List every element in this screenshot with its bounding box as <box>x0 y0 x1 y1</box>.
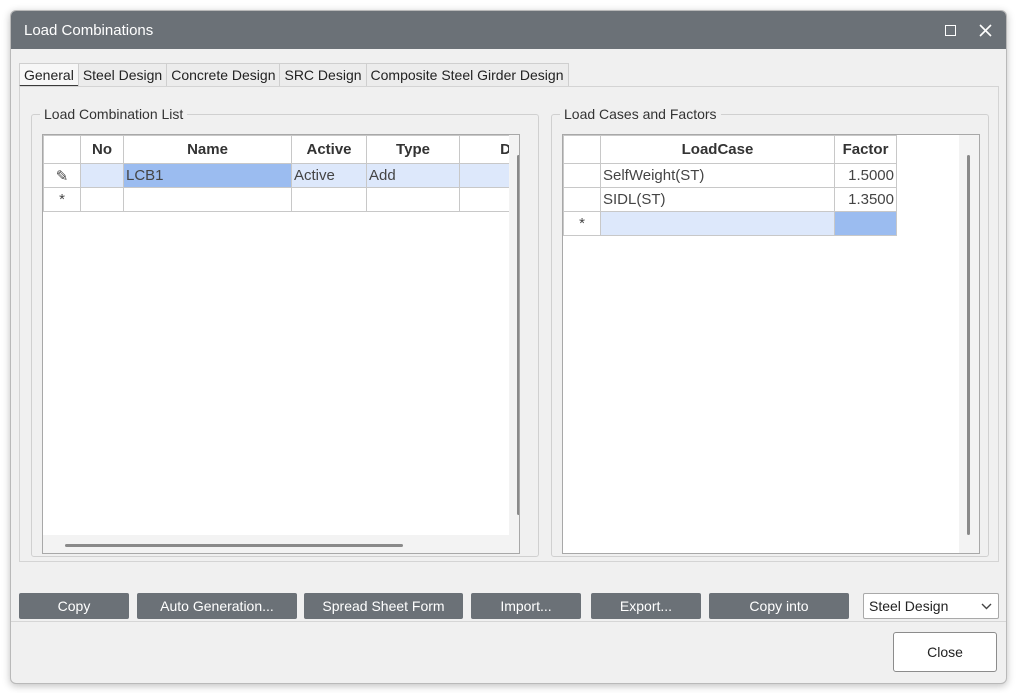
load-cases-legend: Load Cases and Factors <box>560 106 721 122</box>
tab-concrete-design[interactable]: Concrete Design <box>166 63 281 87</box>
combination-header-row: No Name Active Type D <box>43 135 512 164</box>
cell-loadcase[interactable]: SelfWeight(ST) <box>600 163 835 188</box>
new-row-indicator-icon[interactable]: * <box>43 187 81 212</box>
tab-general[interactable]: General <box>19 63 79 87</box>
new-row-indicator-icon[interactable]: * <box>563 211 601 236</box>
load-combination-list-legend: Load Combination List <box>40 106 188 122</box>
close-icon <box>978 23 992 37</box>
combination-corner-cell[interactable] <box>43 135 81 164</box>
column-header-factor[interactable]: Factor <box>834 135 897 164</box>
cell-factor[interactable]: 1.3500 <box>834 187 897 212</box>
design-type-value: Steel Design <box>869 598 949 614</box>
import-button[interactable]: Import... <box>471 593 581 619</box>
cell-factor[interactable] <box>834 211 897 236</box>
column-header-type[interactable]: Type <box>366 135 460 164</box>
table-row[interactable]: SIDL(ST) 1.3500 <box>563 187 897 212</box>
copy-into-button[interactable]: Copy into <box>709 593 849 619</box>
export-button[interactable]: Export... <box>591 593 701 619</box>
loadcase-header-row: LoadCase Factor <box>563 135 897 164</box>
load-combinations-dialog: Load Combinations General Steel Design C… <box>10 10 1007 684</box>
cell-active[interactable] <box>291 187 367 212</box>
column-header-no[interactable]: No <box>80 135 124 164</box>
maximize-icon <box>944 24 956 36</box>
spread-sheet-form-button[interactable]: Spread Sheet Form <box>304 593 463 619</box>
copy-button[interactable]: Copy <box>19 593 129 619</box>
tab-steel-design[interactable]: Steel Design <box>77 63 168 87</box>
table-row[interactable]: * <box>563 211 897 236</box>
table-row[interactable]: ✎ LCB1 Active Add <box>43 163 512 188</box>
tab-composite-steel-girder-design[interactable]: Composite Steel Girder Design <box>365 63 569 87</box>
tab-src-design[interactable]: SRC Design <box>279 63 367 87</box>
table-row[interactable]: SelfWeight(ST) 1.5000 <box>563 163 897 188</box>
window-close-button[interactable] <box>974 19 996 41</box>
horizontal-scrollbar[interactable] <box>65 544 403 547</box>
cell-active[interactable]: Active <box>291 163 367 188</box>
cell-d[interactable] <box>459 163 512 188</box>
cell-d[interactable] <box>459 187 512 212</box>
load-cases-group: Load Cases and Factors LoadCase Factor S… <box>551 106 989 557</box>
vertical-scrollbar[interactable] <box>517 155 519 515</box>
title-bar: Load Combinations <box>11 11 1006 49</box>
loadcase-corner-cell[interactable] <box>563 135 601 164</box>
cell-type[interactable]: Add <box>366 163 460 188</box>
cell-loadcase[interactable] <box>600 211 835 236</box>
cell-name[interactable]: LCB1 <box>123 163 292 188</box>
column-header-d[interactable]: D <box>459 135 512 164</box>
tab-bar: General Steel Design Concrete Design SRC… <box>19 63 569 87</box>
row-indicator[interactable] <box>563 187 601 212</box>
table-row[interactable]: * <box>43 187 512 212</box>
load-combination-list-group: Load Combination List No Name Active Typ… <box>31 106 539 557</box>
row-indicator[interactable] <box>563 163 601 188</box>
auto-generation-button[interactable]: Auto Generation... <box>137 593 297 619</box>
column-header-loadcase[interactable]: LoadCase <box>600 135 835 164</box>
column-header-name[interactable]: Name <box>123 135 292 164</box>
window-title: Load Combinations <box>24 22 154 39</box>
load-cases-grid[interactable]: LoadCase Factor SelfWeight(ST) 1.5000 SI… <box>562 134 980 554</box>
cell-factor[interactable]: 1.5000 <box>834 163 897 188</box>
general-tab-panel: Load Combination List No Name Active Typ… <box>19 86 999 562</box>
cell-type[interactable] <box>366 187 460 212</box>
cell-no[interactable] <box>80 187 124 212</box>
load-combination-grid[interactable]: No Name Active Type D ✎ LCB1 Active Add <box>42 134 520 554</box>
cell-no[interactable] <box>80 163 124 188</box>
vertical-scrollbar[interactable] <box>967 155 970 535</box>
footer-divider <box>11 621 1006 622</box>
column-header-active[interactable]: Active <box>291 135 367 164</box>
cell-loadcase[interactable]: SIDL(ST) <box>600 187 835 212</box>
edit-row-indicator-icon[interactable]: ✎ <box>43 163 81 188</box>
design-type-select[interactable]: Steel Design <box>863 593 999 619</box>
close-button[interactable]: Close <box>893 632 997 672</box>
maximize-button[interactable] <box>939 19 961 41</box>
cell-name[interactable] <box>123 187 292 212</box>
